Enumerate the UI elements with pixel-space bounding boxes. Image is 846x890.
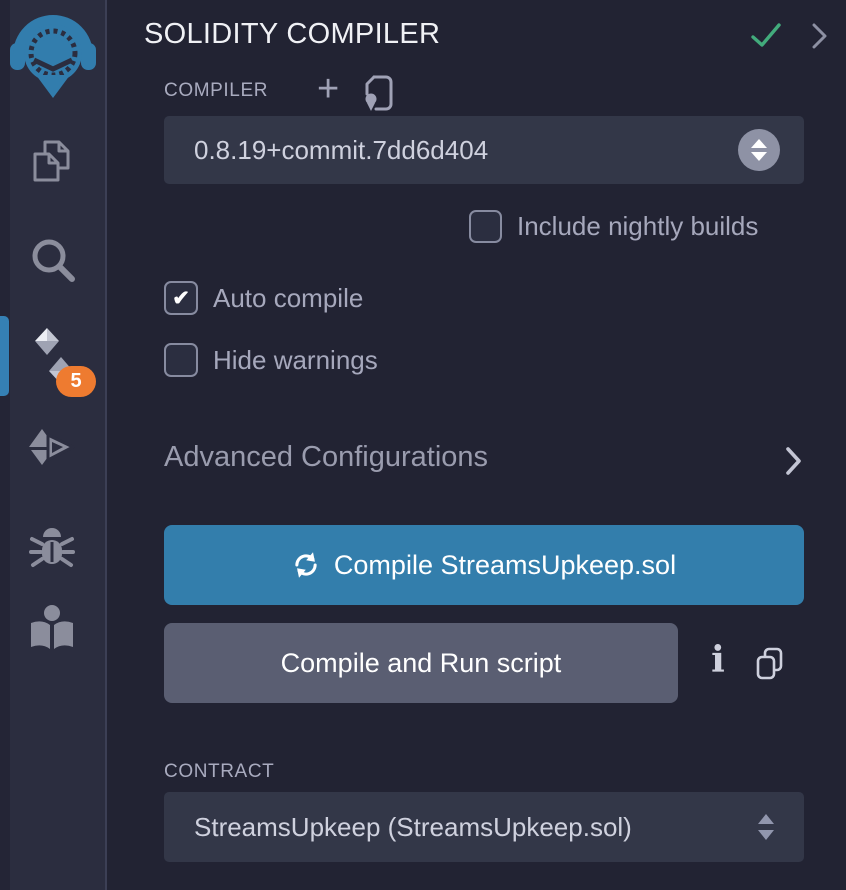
panel-collapse-chevron-icon[interactable]	[812, 23, 828, 54]
sidebar-item-debugger[interactable]	[29, 524, 75, 575]
remix-compiler-panel: 5	[0, 0, 846, 890]
include-nightly-label: Include nightly builds	[517, 211, 758, 242]
sidebar-item-search[interactable]	[29, 236, 77, 289]
sidebar-edge-strip	[0, 0, 10, 890]
add-compiler-icon[interactable]: +	[317, 70, 339, 108]
book-icon	[27, 605, 77, 653]
hide-warnings-label: Hide warnings	[213, 345, 378, 376]
compile-and-run-label: Compile and Run script	[281, 648, 562, 679]
sidebar-item-deploy-run[interactable]	[26, 428, 76, 473]
active-tab-indicator	[0, 316, 9, 396]
version-updown-icon	[738, 129, 780, 171]
search-icon	[29, 236, 77, 284]
auto-compile-row[interactable]: ✔ Auto compile	[164, 281, 363, 315]
compiler-version-select[interactable]: 0.8.19+commit.7dd6d404	[164, 116, 804, 184]
sidebar-item-file-explorer[interactable]	[27, 138, 77, 193]
bug-icon	[29, 524, 75, 570]
contract-section-label: CONTRACT	[164, 761, 274, 783]
copy-icon[interactable]	[755, 646, 785, 687]
compiler-section-label: COMPILER	[164, 80, 268, 102]
compiler-badge: 5	[56, 366, 96, 397]
compile-button[interactable]: Compile StreamsUpkeep.sol	[164, 525, 804, 605]
sidebar-item-learneth[interactable]	[27, 605, 77, 658]
icon-sidebar: 5	[0, 0, 107, 890]
contract-updown-icon	[758, 792, 774, 862]
hide-warnings-row[interactable]: Hide warnings	[164, 343, 378, 377]
compile-success-check-icon	[750, 22, 782, 55]
advanced-configurations-label: Advanced Configurations	[164, 441, 488, 474]
license-file-icon[interactable]	[361, 74, 397, 117]
info-icon[interactable]: i	[706, 637, 730, 684]
ethereum-deploy-icon	[26, 428, 76, 468]
files-icon	[27, 138, 77, 188]
page-title: SOLIDITY COMPILER	[144, 18, 440, 51]
auto-compile-label: Auto compile	[213, 283, 363, 314]
include-nightly-checkbox[interactable]	[469, 210, 502, 243]
compiler-version-value: 0.8.19+commit.7dd6d404	[164, 135, 488, 166]
include-nightly-row[interactable]: Include nightly builds	[469, 210, 758, 243]
solidity-compiler-panel: SOLIDITY COMPILER COMPILER + 0.8.19+comm…	[109, 0, 846, 890]
refresh-icon	[292, 551, 320, 579]
remix-logo[interactable]	[9, 8, 97, 105]
contract-select[interactable]: StreamsUpkeep (StreamsUpkeep.sol)	[164, 792, 804, 862]
compile-and-run-button[interactable]: Compile and Run script	[164, 623, 678, 703]
remix-logo-icon	[9, 8, 97, 100]
compile-button-label: Compile StreamsUpkeep.sol	[334, 550, 676, 581]
hide-warnings-checkbox[interactable]	[164, 343, 198, 377]
contract-select-value: StreamsUpkeep (StreamsUpkeep.sol)	[164, 812, 632, 843]
auto-compile-checkbox[interactable]: ✔	[164, 281, 198, 315]
advanced-chevron-icon	[785, 446, 803, 481]
